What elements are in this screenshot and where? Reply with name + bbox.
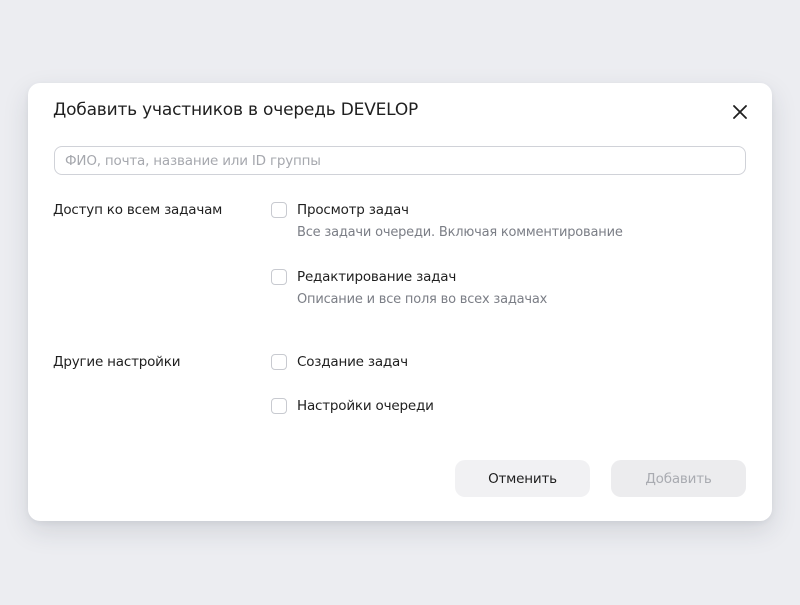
create-tasks-checkbox[interactable] (271, 354, 287, 370)
option-view-tasks[interactable]: Просмотр задач Все задачи очереди. Включ… (271, 201, 623, 242)
cancel-button[interactable]: Отменить (455, 460, 590, 497)
edit-tasks-checkbox[interactable] (271, 269, 287, 285)
close-icon (733, 105, 747, 119)
option-title: Настройки очереди (297, 398, 434, 414)
dialog-title: Добавить участников в очередь DEVELOP (53, 100, 419, 120)
option-title: Просмотр задач (297, 202, 409, 218)
queue-settings-checkbox[interactable] (271, 398, 287, 414)
option-description: Все задачи очереди. Включая комментирова… (297, 225, 623, 240)
view-tasks-checkbox[interactable] (271, 202, 287, 218)
option-description: Описание и все поля во всех задачах (297, 292, 548, 307)
section-label-all-tasks-access: Доступ ко всем задачам (53, 202, 223, 218)
add-button[interactable]: Добавить (611, 460, 746, 497)
search-field[interactable] (54, 146, 746, 175)
option-title: Редактирование задач (297, 269, 457, 285)
search-input[interactable] (65, 152, 735, 169)
option-edit-tasks[interactable]: Редактирование задач Описание и все поля… (271, 268, 547, 309)
option-title: Создание задач (297, 354, 408, 370)
modal-backdrop: Добавить участников в очередь DEVELOP До… (0, 0, 800, 605)
option-queue-settings[interactable]: Настройки очереди (271, 397, 434, 415)
option-create-tasks[interactable]: Создание задач (271, 353, 408, 371)
add-members-dialog: Добавить участников в очередь DEVELOP До… (28, 83, 772, 521)
section-label-other-settings: Другие настройки (53, 354, 181, 370)
close-button[interactable] (726, 98, 754, 126)
